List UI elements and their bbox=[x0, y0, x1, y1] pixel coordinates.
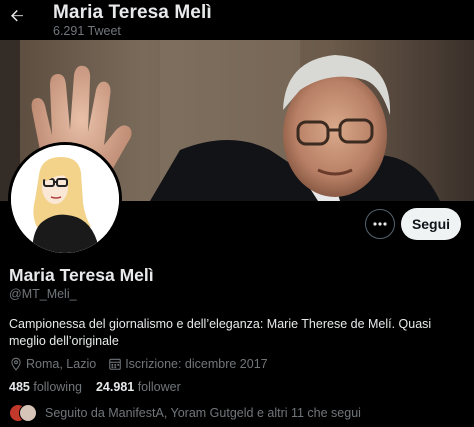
followers-link[interactable]: 24.981 follower bbox=[96, 380, 181, 394]
followers-count: 24.981 bbox=[95, 380, 135, 394]
joined-text: Iscrizione: dicembre 2017 bbox=[125, 357, 268, 371]
following-label: following bbox=[33, 380, 82, 394]
back-button[interactable] bbox=[6, 5, 28, 27]
followed-by-avatars bbox=[9, 404, 37, 422]
joined-item: Iscrizione: dicembre 2017 bbox=[108, 357, 268, 371]
profile-avatar[interactable] bbox=[8, 142, 122, 256]
followers-label: follower bbox=[137, 380, 181, 394]
header-profile-name: Maria Teresa Melì bbox=[53, 2, 212, 23]
followed-by-text: Seguito da ManifestA, Yoram Gutgeld e al… bbox=[45, 406, 361, 420]
profile-stats: 485 following 24.981 follower bbox=[9, 380, 195, 394]
following-count: 485 bbox=[9, 380, 30, 394]
profile-bio: Campionessa del giornalismo e dell’elega… bbox=[9, 317, 432, 348]
profile-name: Maria Teresa Melì bbox=[9, 265, 154, 285]
following-link[interactable]: 485 following bbox=[9, 380, 82, 394]
location-item: Roma, Lazio bbox=[9, 357, 96, 371]
more-dots-icon bbox=[373, 222, 387, 226]
header-tweet-count: 6.291 Tweet bbox=[53, 24, 121, 38]
calendar-icon bbox=[109, 358, 121, 370]
follow-button[interactable]: Segui bbox=[401, 208, 461, 240]
location-pin-icon bbox=[11, 357, 21, 371]
more-options-button[interactable] bbox=[365, 209, 395, 239]
mini-avatar bbox=[19, 404, 37, 422]
followed-by-link[interactable]: Seguito da ManifestA, Yoram Gutgeld e al… bbox=[9, 404, 361, 422]
profile-meta: Roma, Lazio Iscrizione: dicembre 2017 bbox=[9, 356, 268, 372]
arrow-left-icon bbox=[11, 10, 23, 22]
avatar-illustration bbox=[11, 145, 119, 253]
profile-handle: @MT_Meli_ bbox=[9, 287, 77, 301]
top-bar: Maria Teresa Melì 6.291 Tweet bbox=[0, 0, 474, 40]
location-text: Roma, Lazio bbox=[26, 357, 97, 371]
